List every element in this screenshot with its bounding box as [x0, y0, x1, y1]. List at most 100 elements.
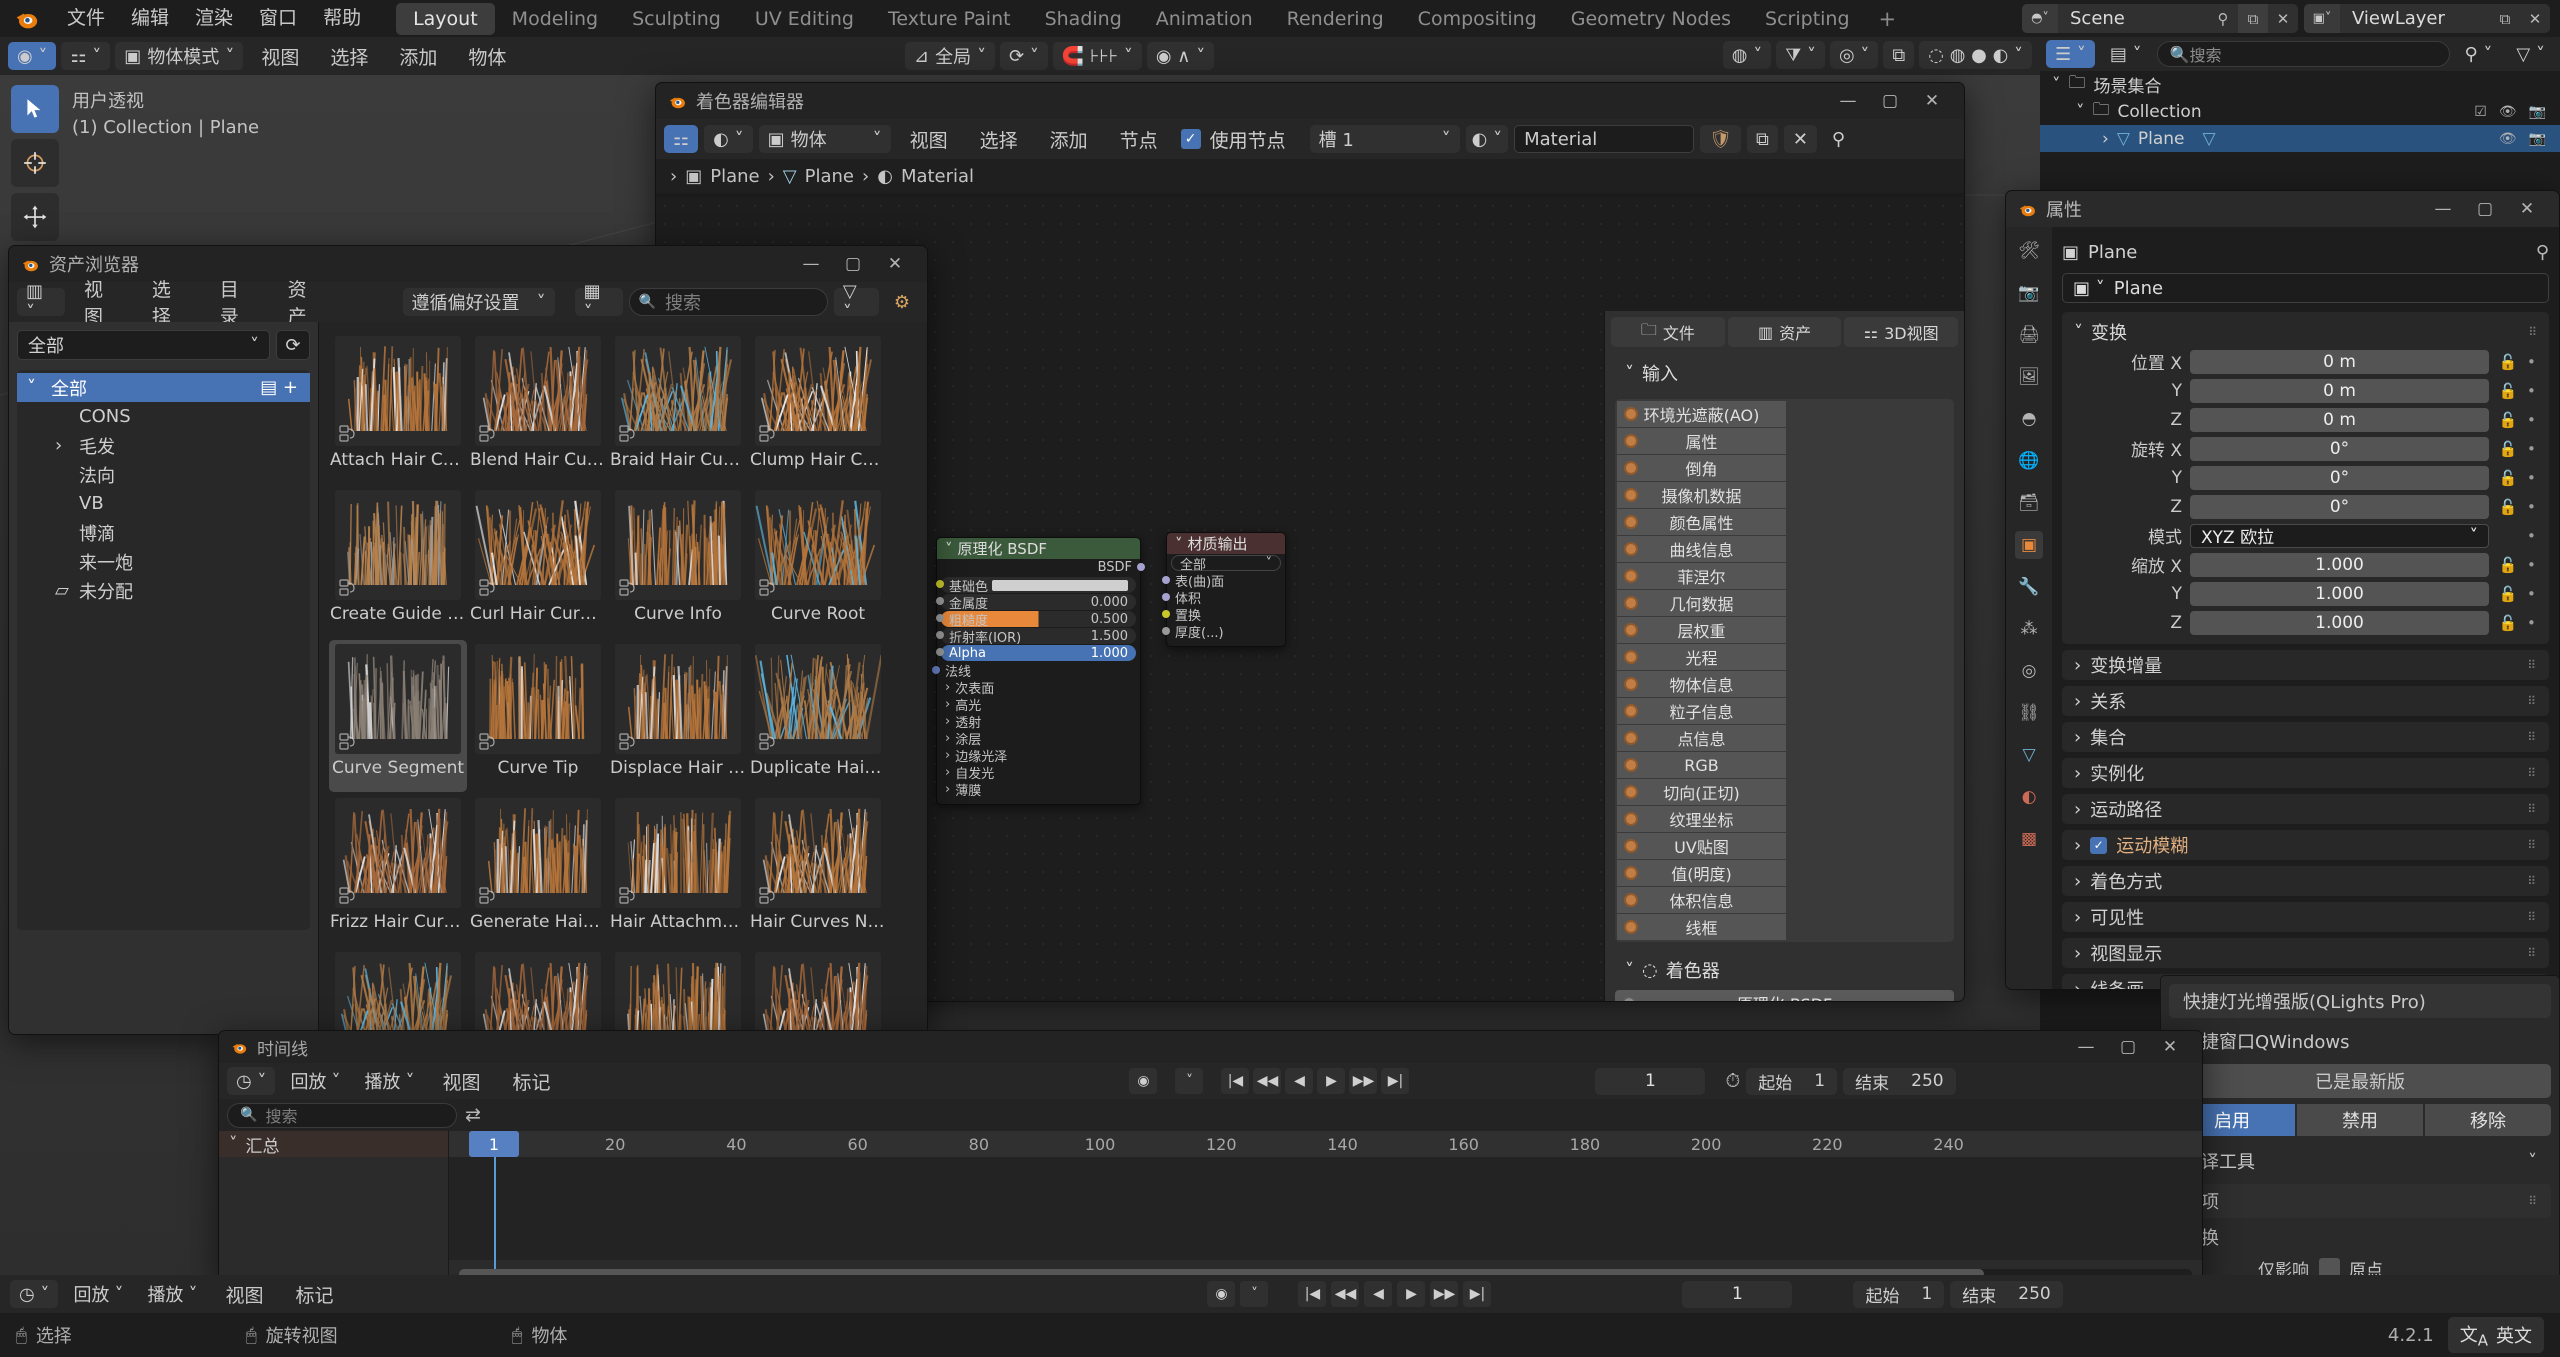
- menu-file[interactable]: 文件: [54, 0, 118, 37]
- auto-key-dropdown-icon[interactable]: ˅: [1240, 1281, 1269, 1307]
- property-panel-2[interactable]: › 集合 ⠿: [2062, 722, 2549, 752]
- field-value[interactable]: 0 m: [2190, 378, 2489, 403]
- jump-prev-key-icon[interactable]: ◀◀: [1331, 1281, 1360, 1307]
- tl-menu-marker[interactable]: 标记: [499, 1068, 563, 1095]
- viewlayer-selector[interactable]: ▣˅ ViewLayer ⧉ ✕: [2304, 4, 2550, 33]
- property-panel-1[interactable]: › 关系 ⠿: [2062, 686, 2549, 716]
- node-item[interactable]: 体积信息: [1617, 887, 1786, 913]
- shader-editor-icon[interactable]: ⚏: [664, 125, 699, 153]
- animate-property-icon[interactable]: •: [2527, 382, 2541, 400]
- field-value[interactable]: 0 m: [2190, 407, 2489, 432]
- copy-icon[interactable]: ⧉: [2238, 4, 2268, 33]
- grip-icon[interactable]: ⠿: [2527, 874, 2537, 888]
- overlays-icon[interactable]: ◎ ˅: [1829, 41, 1879, 69]
- update-status-button[interactable]: 已是最新版: [2169, 1064, 2551, 1098]
- asset-item[interactable]: Generate Hair Cur...: [469, 794, 607, 946]
- animate-property-icon[interactable]: •: [2527, 556, 2541, 574]
- field-value[interactable]: 0°: [2190, 465, 2489, 490]
- node-section-sheen[interactable]: › 边缘光泽: [937, 747, 1140, 765]
- grip-icon[interactable]: ⠿: [2527, 766, 2537, 780]
- lock-icon[interactable]: 🔓: [2497, 469, 2519, 487]
- checkbox-icon[interactable]: ☑: [2474, 104, 2487, 120]
- snap-magnet-icon[interactable]: 🧲 ⊦⊦⊦ ˅: [1052, 42, 1142, 70]
- modifier-icon[interactable]: 🔧: [2015, 573, 2043, 601]
- maximize-icon[interactable]: ▢: [2108, 1031, 2148, 1064]
- socket-metallic[interactable]: [936, 597, 944, 605]
- chevron-right-icon[interactable]: ›: [670, 166, 677, 187]
- node-item-principled-bsdf[interactable]: 原理化 BSDF: [1615, 990, 1954, 1001]
- timeline-search-input[interactable]: 🔍 搜索: [227, 1102, 457, 1128]
- remove-button[interactable]: 移除: [2425, 1104, 2551, 1136]
- play-reverse-icon[interactable]: ◀: [1364, 1281, 1393, 1307]
- outliner-filter-icon[interactable]: ▽ ˅: [2507, 40, 2554, 68]
- minimize-icon[interactable]: —: [791, 247, 831, 281]
- field-value[interactable]: 1.000: [2190, 552, 2489, 577]
- node-input-roughness[interactable]: 粗糙度 0.500: [936, 611, 1136, 629]
- timeline-icon[interactable]: ◷ ˅: [227, 1067, 276, 1095]
- node-input-metallic[interactable]: 金属度 0.000: [936, 594, 1136, 612]
- catalog-row-6[interactable]: 来一炮: [17, 547, 310, 576]
- animate-property-icon[interactable]: •: [2527, 353, 2541, 371]
- close-icon[interactable]: ✕: [2268, 4, 2298, 33]
- node-section-coat[interactable]: › 涂层: [937, 730, 1140, 748]
- chevron-right-icon[interactable]: ›: [55, 435, 71, 456]
- jump-next-key-icon[interactable]: ▶▶: [1430, 1281, 1459, 1307]
- filter-icon[interactable]: ▽ ˅: [833, 281, 879, 323]
- particles-icon[interactable]: ⁂: [2015, 615, 2043, 643]
- pin-icon[interactable]: ⚲: [2208, 4, 2238, 33]
- jump-end-icon[interactable]: ▶|: [1381, 1068, 1410, 1094]
- node-input-normal[interactable]: 法线: [932, 662, 1140, 680]
- world-icon[interactable]: 🌐: [2015, 447, 2043, 475]
- jump-start-icon[interactable]: |◀: [1221, 1068, 1250, 1094]
- auto-key-dropdown-icon[interactable]: ˅: [1175, 1068, 1204, 1094]
- jump-start-icon[interactable]: |◀: [1298, 1281, 1327, 1307]
- lock-icon[interactable]: 🔓: [2497, 440, 2519, 458]
- catalog-row-7[interactable]: ▱ 未分配: [17, 576, 310, 605]
- lock-icon[interactable]: 🔓: [2497, 353, 2519, 371]
- maximize-icon[interactable]: ▢: [1870, 84, 1910, 118]
- socket-thickness[interactable]: [1162, 627, 1170, 635]
- asset-library-selector[interactable]: 全部 ˅: [17, 330, 270, 360]
- asset-item[interactable]: Attach Hair Curve...: [329, 332, 467, 484]
- tab-uv-editing[interactable]: UV Editing: [738, 3, 871, 35]
- record-icon[interactable]: ◉: [1129, 1068, 1158, 1094]
- tab-modeling[interactable]: Modeling: [495, 3, 615, 35]
- material-slot-selector[interactable]: 槽 1 ˅: [1309, 125, 1460, 153]
- output-icon[interactable]: 🖨: [2015, 321, 2043, 349]
- chevron-down-icon[interactable]: ˅: [27, 377, 43, 398]
- node-item[interactable]: 粒子信息: [1617, 698, 1786, 724]
- btm-menu-view[interactable]: 视图: [212, 1281, 276, 1308]
- tab-animation[interactable]: Animation: [1139, 3, 1270, 35]
- node-output-target[interactable]: 全部 ˅: [1171, 555, 1281, 573]
- record-icon[interactable]: ◉: [1207, 1281, 1236, 1307]
- current-frame-field[interactable]: 1: [1595, 1067, 1706, 1095]
- camera-icon[interactable]: 📷: [2529, 104, 2546, 120]
- tab-asset[interactable]: ▥ 资产: [1727, 317, 1842, 347]
- asset-item[interactable]: [609, 948, 747, 1034]
- asset-item[interactable]: [749, 948, 887, 1034]
- node-item[interactable]: 颜色属性: [1617, 509, 1786, 535]
- node-section-subsurface[interactable]: › 次表面: [937, 679, 1140, 697]
- play-icon[interactable]: ▶: [1317, 1068, 1346, 1094]
- scene-icon[interactable]: ◓˅: [2022, 4, 2058, 33]
- material-name-field[interactable]: Material: [1514, 125, 1695, 153]
- viewport-menu-view[interactable]: 视图: [248, 43, 312, 70]
- asset-item[interactable]: Curve Segment: [329, 640, 467, 792]
- texture-icon[interactable]: ▩: [2015, 825, 2043, 853]
- timeline-icon[interactable]: ◷ ˅: [10, 1280, 59, 1308]
- catalog-row-0[interactable]: ˅ 全部 ▤ +: [17, 373, 310, 402]
- play-reverse-icon[interactable]: ◀: [1285, 1068, 1314, 1094]
- node-item[interactable]: 属性: [1617, 428, 1786, 454]
- viewport-menu-object[interactable]: 物体: [455, 43, 519, 70]
- property-panel-3[interactable]: › 实例化 ⠿: [2062, 758, 2549, 788]
- tl-menu-playback[interactable]: 回放 ˅: [281, 1067, 349, 1095]
- property-panel-6[interactable]: › 着色方式 ⠿: [2062, 866, 2549, 896]
- asset-item[interactable]: [329, 948, 467, 1034]
- tab-geometry-nodes[interactable]: Geometry Nodes: [1554, 3, 1748, 35]
- object-name-field[interactable]: ▣ ˅ Plane: [2062, 273, 2549, 303]
- animate-property-icon[interactable]: •: [2527, 411, 2541, 429]
- node-material-output[interactable]: ˅ 材质输出 全部 ˅ 表(曲)面 体积 置换 厚度(...): [1162, 532, 1286, 647]
- move-tool[interactable]: [11, 193, 59, 241]
- animate-property-icon[interactable]: •: [2527, 469, 2541, 487]
- animate-property-icon[interactable]: •: [2527, 440, 2541, 458]
